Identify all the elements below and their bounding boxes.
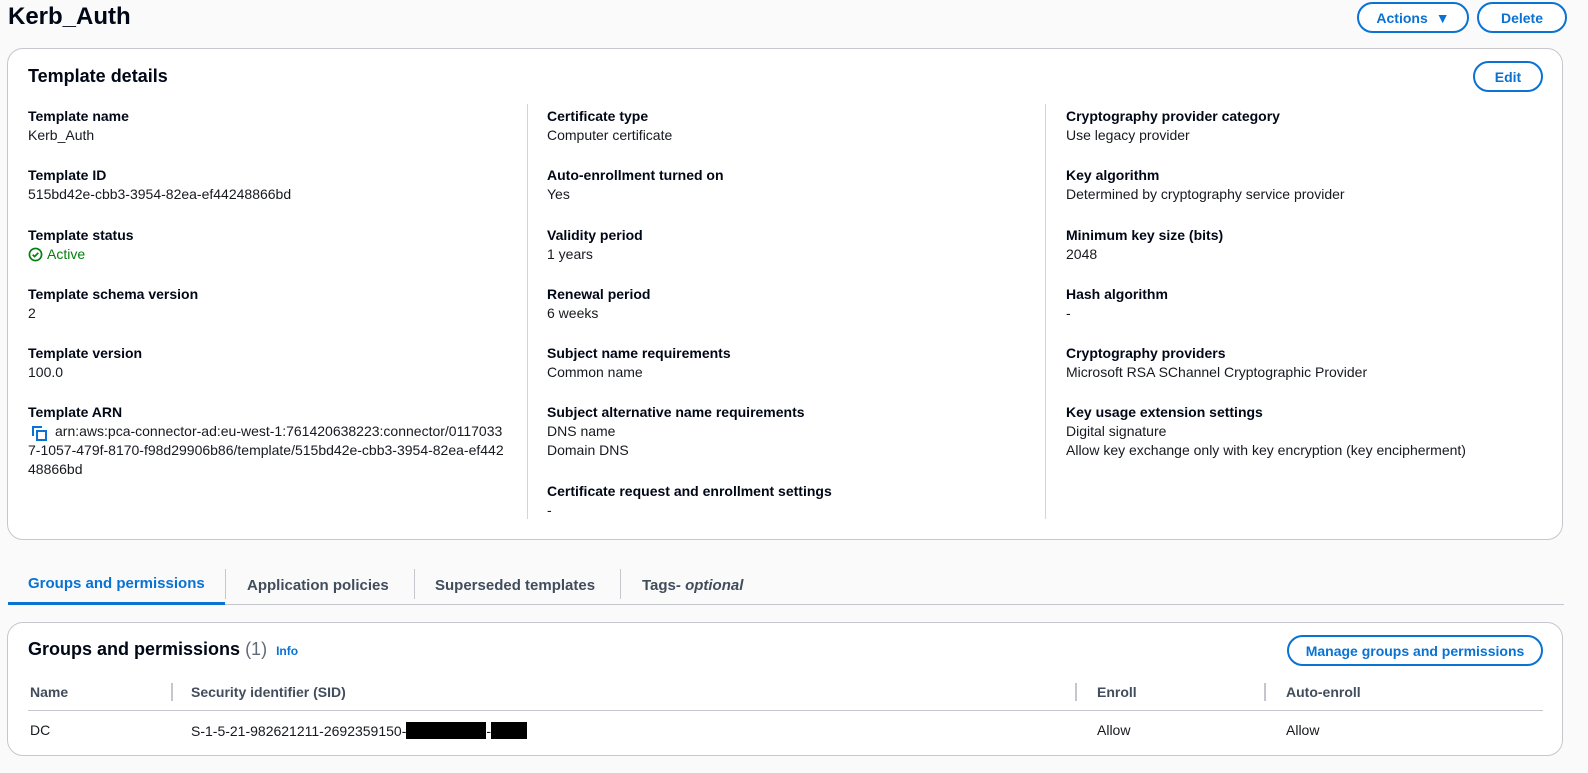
actions-label: Actions xyxy=(1376,9,1428,26)
tab-superseded-templates[interactable]: Superseded templates xyxy=(415,565,615,605)
tab-label: Tags xyxy=(642,576,676,594)
field-value: DNS name xyxy=(547,423,616,440)
redaction-block xyxy=(406,722,487,739)
field-value: 6 weeks xyxy=(547,304,599,321)
field-label: Certificate type xyxy=(547,108,649,124)
groups-title: Groups and permissions (1) Info xyxy=(28,639,298,660)
field-label: Hash algorithm xyxy=(1066,285,1168,302)
column-header-name[interactable]: Name xyxy=(30,684,68,700)
field-value: Allow key exchange only with key encrypt… xyxy=(1066,442,1466,459)
field-label: Template ID xyxy=(28,167,107,184)
field-label: Certificate request and enrollment setti… xyxy=(547,483,832,500)
field-label: Template version xyxy=(28,345,143,362)
field-value: Computer certificate xyxy=(547,127,673,143)
cell-auto-enroll: Allow xyxy=(1286,722,1320,738)
cell-enroll: Allow xyxy=(1097,722,1131,738)
check-circle-icon xyxy=(28,247,43,262)
field-label: Auto-enrollment turned on xyxy=(547,167,724,184)
field-label: Subject name requirements xyxy=(547,345,731,362)
tab-tags[interactable]: Tags - optional xyxy=(622,565,763,605)
field-label: Template ARN xyxy=(28,404,123,421)
redaction-block xyxy=(491,722,528,739)
field-value: 100.0 xyxy=(28,364,64,381)
field-value: - xyxy=(1066,304,1071,321)
tab-suffix: - optional xyxy=(675,576,744,594)
field-label: Renewal period xyxy=(547,285,651,302)
table-header-divider xyxy=(28,710,1543,711)
actions-button[interactable]: Actions ▼ xyxy=(1357,2,1469,33)
page-title: Kerb_Auth xyxy=(8,3,131,30)
column-resizer[interactable] xyxy=(1075,683,1077,701)
column-header-sid[interactable]: Security identifier (SID) xyxy=(191,684,346,700)
field-value: Common name xyxy=(547,364,643,381)
details-column-1: Template name Kerb_Auth Template ID 515bd4… xyxy=(28,107,508,477)
title-text: Groups and permissions xyxy=(28,639,241,659)
column-header-enroll[interactable]: Enroll xyxy=(1097,684,1137,700)
field-value: 2 xyxy=(28,304,36,321)
field-value: - xyxy=(547,502,552,519)
tab-divider xyxy=(620,569,621,599)
arn-text: arn:aws:pca-connector-ad:eu-west-1:76142… xyxy=(28,423,504,478)
edit-button[interactable]: Edit xyxy=(1473,61,1543,92)
field-label: Subject alternative name requirements xyxy=(547,404,805,421)
caret-down-icon: ▼ xyxy=(1435,9,1450,26)
column-resizer[interactable] xyxy=(1264,683,1266,701)
field-label: Template name xyxy=(28,108,129,124)
field-label: Template status xyxy=(28,226,134,243)
info-link[interactable]: Info xyxy=(276,644,298,658)
cell-name: DC xyxy=(30,722,51,738)
tab-divider xyxy=(225,569,226,599)
field-value: Determined by cryptography service provi… xyxy=(1066,186,1345,203)
column-resizer[interactable] xyxy=(171,683,173,701)
field-value: Digital signature xyxy=(1066,423,1167,440)
delete-button[interactable]: Delete xyxy=(1477,2,1567,33)
field-value: Yes xyxy=(547,186,570,203)
manage-groups-button[interactable]: Manage groups and permissions xyxy=(1287,635,1543,666)
tab-bar: Groups and permissions Application polic… xyxy=(8,565,1564,605)
column-divider xyxy=(1045,104,1046,519)
tab-application-policies[interactable]: Application policies xyxy=(227,565,409,605)
panel-title: Template details xyxy=(28,66,168,86)
details-column-2: Certificate type Computer certificate Aut… xyxy=(547,107,1027,542)
cell-sid: S-1-5-21-982621211-2692359150- - xyxy=(191,722,528,739)
field-label: Cryptography providers xyxy=(1066,345,1226,362)
groups-count: (1) xyxy=(245,639,268,659)
column-header-auto-enroll[interactable]: Auto-enroll xyxy=(1286,684,1361,700)
column-divider xyxy=(527,104,528,519)
tab-groups-and-permissions[interactable]: Groups and permissions xyxy=(8,565,225,605)
field-label: Key algorithm xyxy=(1066,167,1160,184)
field-label: Minimum key size (bits) xyxy=(1066,226,1224,243)
field-value: Kerb_Auth xyxy=(28,127,95,143)
status-badge: Active xyxy=(28,245,508,264)
copy-icon[interactable] xyxy=(31,425,48,442)
field-label: Validity period xyxy=(547,226,643,243)
field-label: Template schema version xyxy=(28,285,199,302)
arn-value: arn:aws:pca-connector-ad:eu-west-1:76142… xyxy=(28,422,508,479)
field-value: 1 years xyxy=(547,245,593,262)
field-value: Use legacy provider xyxy=(1066,127,1190,143)
field-value: Domain DNS xyxy=(547,442,629,459)
sid-text: S-1-5-21-982621211-2692359150- xyxy=(191,722,407,739)
field-label: Cryptography provider category xyxy=(1066,108,1280,124)
field-value: 2048 xyxy=(1066,245,1098,262)
field-value: Microsoft RSA SChannel Cryptographic Pro… xyxy=(1066,364,1368,381)
field-value: 515bd42e-cbb3-3954-82ea-ef44248866bd xyxy=(28,186,292,203)
details-column-3: Cryptography provider category Use legacy… xyxy=(1066,107,1546,463)
template-details-panel: Template details Edit Template name Kerb_… xyxy=(7,48,1563,540)
status-text: Active xyxy=(47,245,86,262)
field-label: Key usage extension settings xyxy=(1066,404,1263,421)
